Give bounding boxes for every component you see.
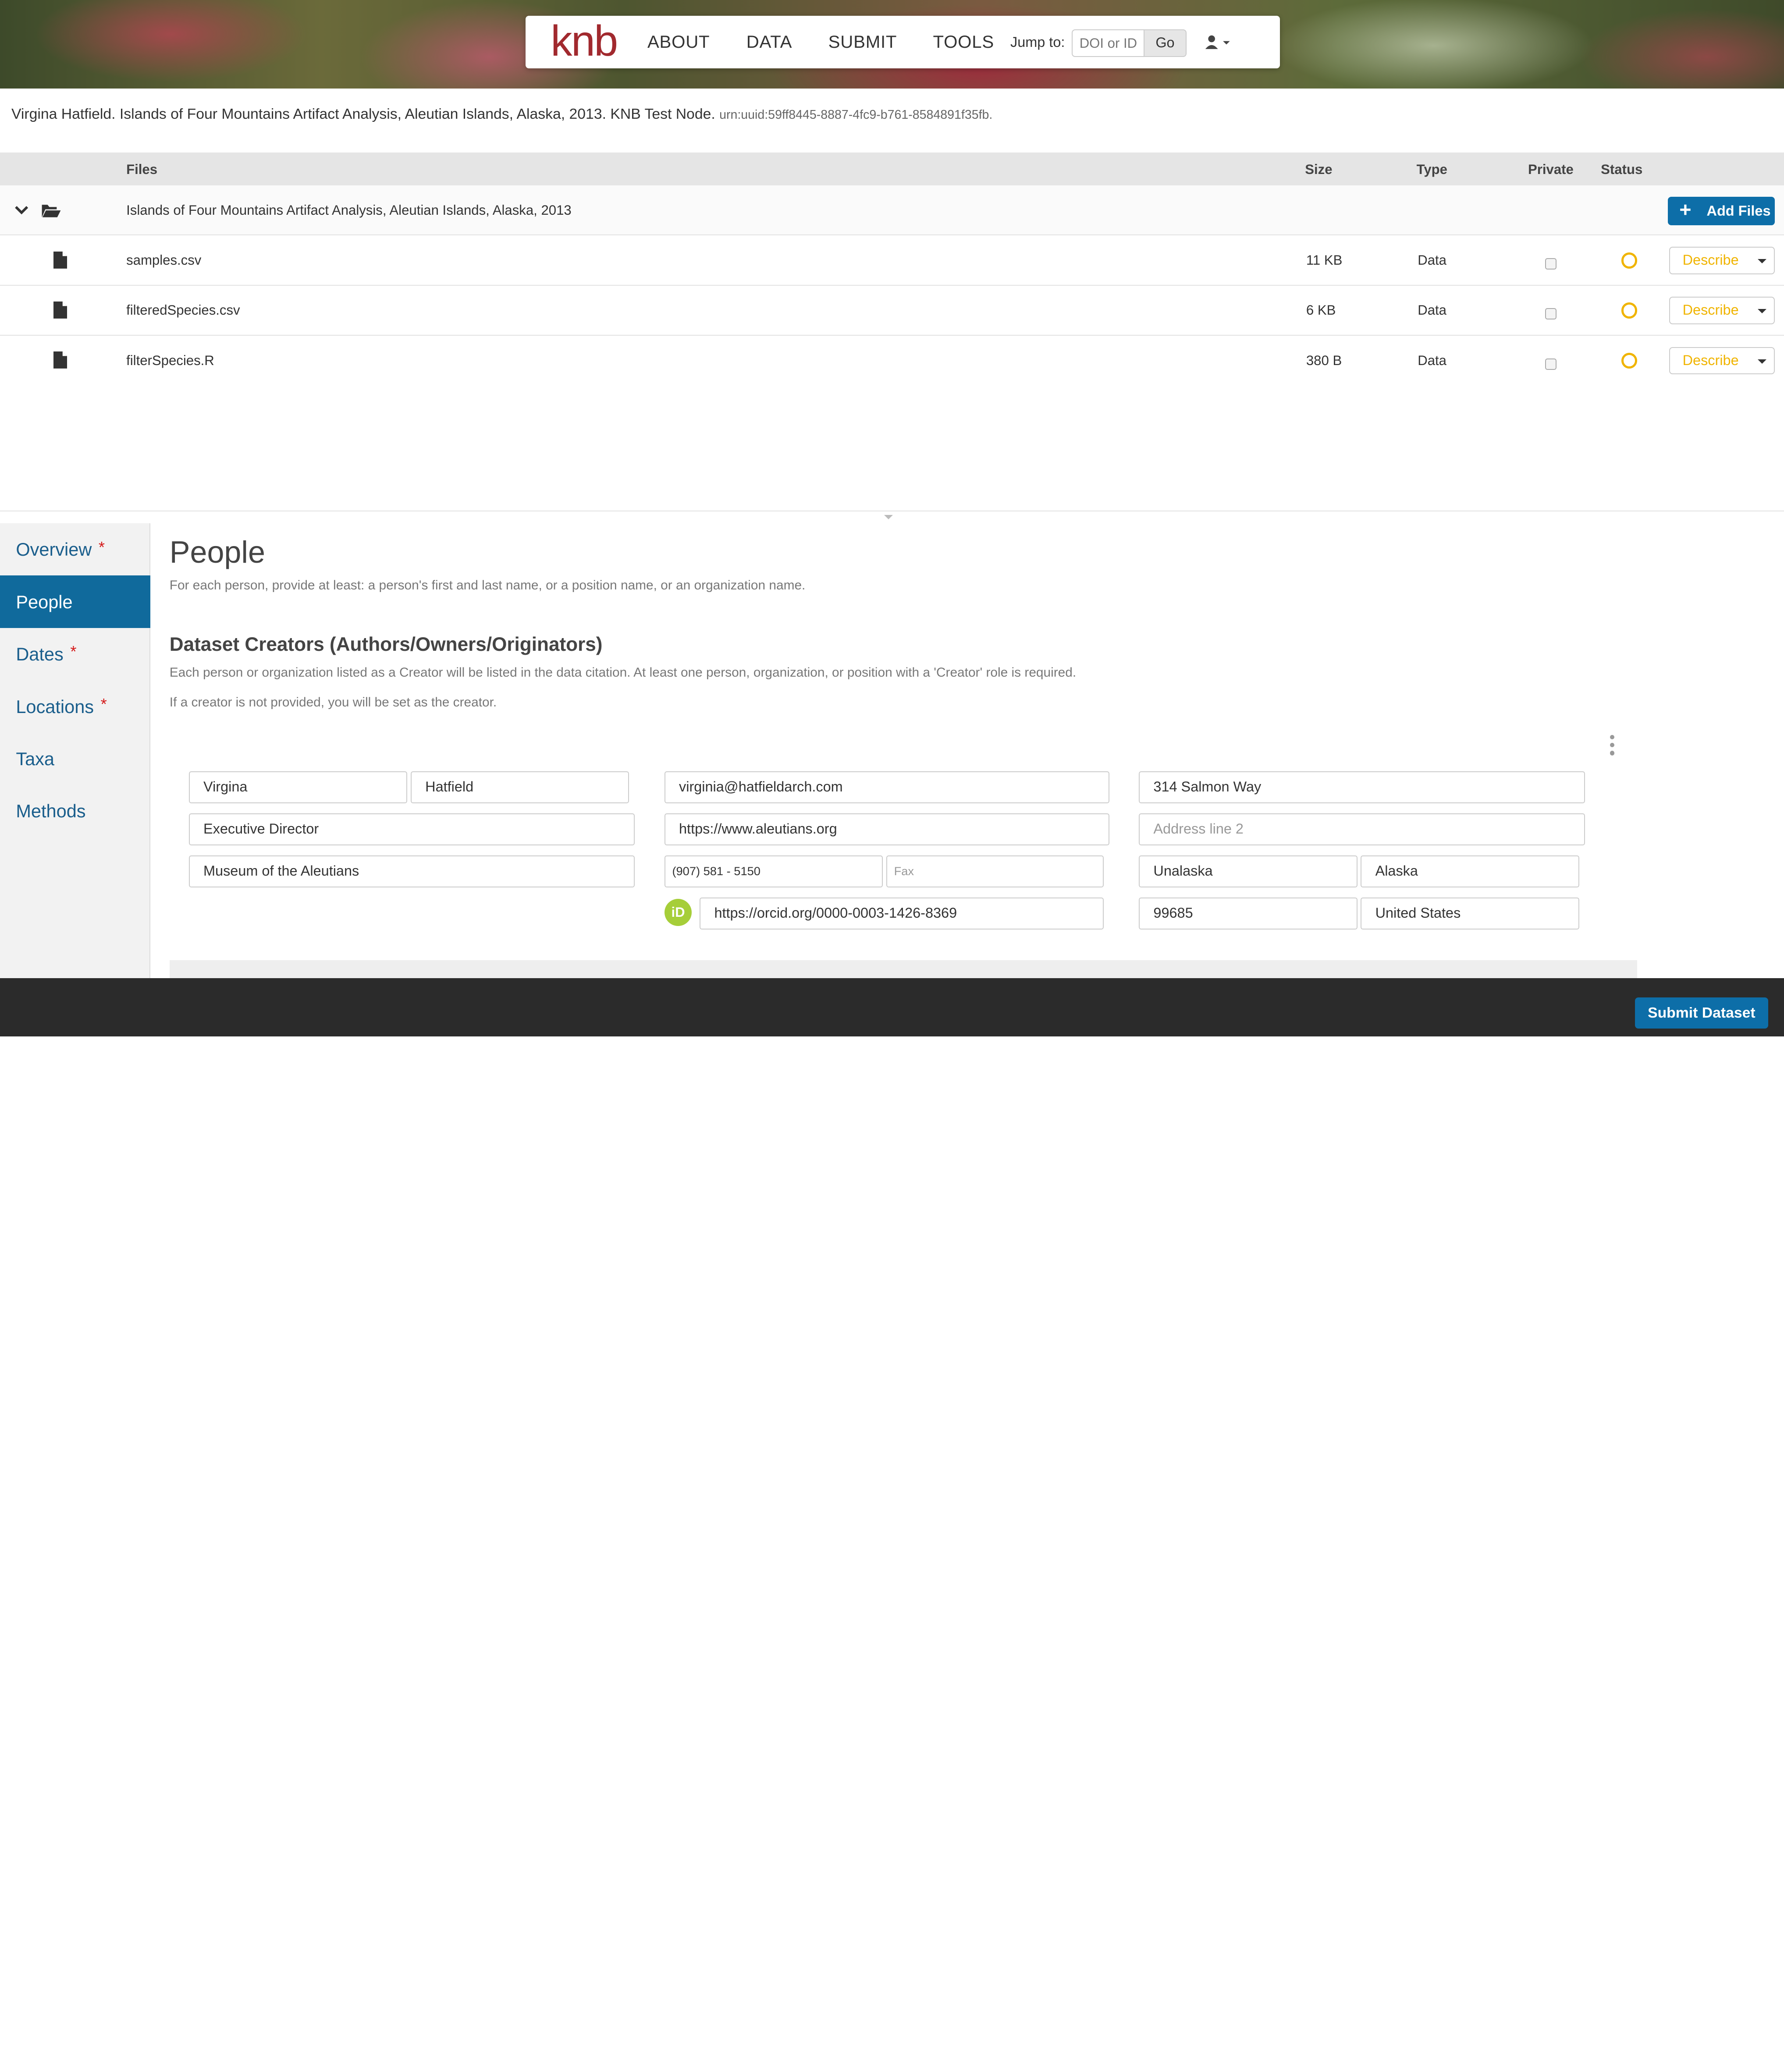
required-marker: * <box>98 538 105 556</box>
orcid-field[interactable]: https://orcid.org/0000-0003-1426-8369 <box>700 898 1104 930</box>
zip-field[interactable]: 99685 <box>1139 898 1358 930</box>
folder-name[interactable]: Islands of Four Mountains Artifact Analy… <box>126 202 572 218</box>
file-name[interactable]: filteredSpecies.csv <box>126 302 240 318</box>
header-status: Status <box>1601 161 1643 177</box>
dataset-citation: Virgina Hatfield. Islands of Four Mounta… <box>11 106 992 123</box>
editor-sidebar: Overview * People Dates * Locations * Taxa … <box>0 523 150 979</box>
header-size: Size <box>1305 161 1333 177</box>
sidebar-item-overview[interactable]: Overview * <box>0 523 150 575</box>
organization-field[interactable]: Museum of the Aleutians <box>188 855 635 887</box>
describe-menu-toggle[interactable] <box>1751 347 1775 374</box>
fax-field[interactable]: Fax <box>886 855 1104 887</box>
file-type: Data <box>1418 302 1446 318</box>
first-name-field[interactable]: Virgina <box>188 771 408 803</box>
chevron-down-icon[interactable] <box>14 205 29 216</box>
jump-to-label: Jump to: <box>1010 34 1065 50</box>
describe-button[interactable]: Describe <box>1669 297 1752 324</box>
city-field[interactable]: Unalaska <box>1139 855 1358 887</box>
user-menu-button[interactable] <box>1204 32 1236 55</box>
describe-button[interactable]: Describe <box>1669 247 1752 274</box>
caret-down-icon <box>1223 41 1230 45</box>
file-size: 380 B <box>1306 352 1342 368</box>
folder-open-icon <box>42 205 61 217</box>
citation-identifier: urn:uuid:59ff8445-8887-4fc9-b761-8584891… <box>719 108 993 122</box>
sidebar-item-taxa[interactable]: Taxa <box>0 733 150 785</box>
status-indicator <box>1621 252 1638 269</box>
file-icon <box>53 251 68 269</box>
file-size: 6 KB <box>1306 302 1336 318</box>
state-field[interactable]: Alaska <box>1361 855 1579 887</box>
file-icon <box>53 351 68 369</box>
file-type: Data <box>1418 352 1446 368</box>
country-field[interactable]: United States <box>1361 898 1579 930</box>
file-row: filterSpecies.R 380 B Data Describe <box>0 336 1784 386</box>
website-field[interactable]: https://www.aleutians.org <box>664 813 1109 845</box>
sidebar-item-dates[interactable]: Dates * <box>0 628 150 680</box>
plus-icon: + <box>1679 198 1692 221</box>
header-files: Files <box>126 161 158 177</box>
header-private: Private <box>1528 161 1574 177</box>
address-line-2-field[interactable]: Address line 2 <box>1139 813 1585 845</box>
file-name[interactable]: samples.csv <box>126 252 201 268</box>
top-navbar: knb ABOUT DATA SUBMIT TOOLS Jump to: Go <box>526 16 1280 68</box>
nav-submit[interactable]: SUBMIT <box>828 32 897 52</box>
address-line-1-field[interactable]: 314 Salmon Way <box>1139 771 1585 803</box>
submit-dataset-button[interactable]: Submit Dataset <box>1635 997 1768 1029</box>
status-indicator <box>1621 302 1638 319</box>
creators-help-default: If a creator is not provided, you will b… <box>169 695 497 710</box>
file-row: samples.csv 11 KB Data Describe <box>0 235 1784 286</box>
file-type: Data <box>1418 252 1446 268</box>
file-size: 11 KB <box>1306 252 1343 268</box>
people-editor: People For each person, provide at least… <box>151 523 1784 979</box>
add-files-button[interactable]: + Add Files <box>1668 197 1775 225</box>
jump-to-input[interactable] <box>1072 29 1147 57</box>
folder-row: Islands of Four Mountains Artifact Analy… <box>0 185 1784 236</box>
file-icon <box>53 301 68 319</box>
next-person-card <box>169 960 1638 979</box>
describe-menu-toggle[interactable] <box>1751 247 1775 274</box>
creators-heading: Dataset Creators (Authors/Owners/Origina… <box>169 633 603 655</box>
nav-data[interactable]: DATA <box>746 32 792 52</box>
sidebar-item-methods[interactable]: Methods <box>0 785 150 837</box>
section-help: For each person, provide at least: a per… <box>169 578 806 593</box>
more-options-icon[interactable] <box>1608 734 1617 758</box>
file-name[interactable]: filterSpecies.R <box>126 353 214 369</box>
nav-about[interactable]: ABOUT <box>647 32 710 52</box>
creators-help: Each person or organization listed as a … <box>169 665 1077 680</box>
header-type: Type <box>1416 161 1447 177</box>
required-marker: * <box>70 642 77 661</box>
private-checkbox[interactable] <box>1545 358 1557 370</box>
section-title: People <box>169 535 265 569</box>
jump-go-button[interactable]: Go <box>1143 29 1187 57</box>
describe-button[interactable]: Describe <box>1669 347 1752 374</box>
email-field[interactable]: virginia@hatfieldarch.com <box>664 771 1109 803</box>
editor-footer: Submit Dataset <box>0 978 1784 1036</box>
citation-text: Virgina Hatfield. Islands of Four Mounta… <box>11 106 715 123</box>
user-icon <box>1205 35 1230 49</box>
knb-logo[interactable]: knb <box>551 18 618 64</box>
orcid-icon: iD <box>664 898 692 926</box>
files-table-header: Files Size Type Private Status <box>0 152 1784 186</box>
private-checkbox[interactable] <box>1545 308 1557 320</box>
file-row: filteredSpecies.csv 6 KB Data Describe <box>0 286 1784 336</box>
last-name-field[interactable]: Hatfield <box>411 771 629 803</box>
sidebar-item-people[interactable]: People <box>0 575 150 628</box>
panel-resize-handle[interactable] <box>0 511 1784 523</box>
status-indicator <box>1621 352 1638 369</box>
sidebar-item-locations[interactable]: Locations * <box>0 680 150 732</box>
phone-field[interactable]: (907) 581 - 5150 <box>664 855 883 887</box>
private-checkbox[interactable] <box>1545 258 1557 270</box>
nav-tools[interactable]: TOOLS <box>933 32 994 52</box>
required-marker: * <box>100 695 107 713</box>
describe-menu-toggle[interactable] <box>1751 297 1775 324</box>
position-field[interactable]: Executive Director <box>188 813 635 845</box>
